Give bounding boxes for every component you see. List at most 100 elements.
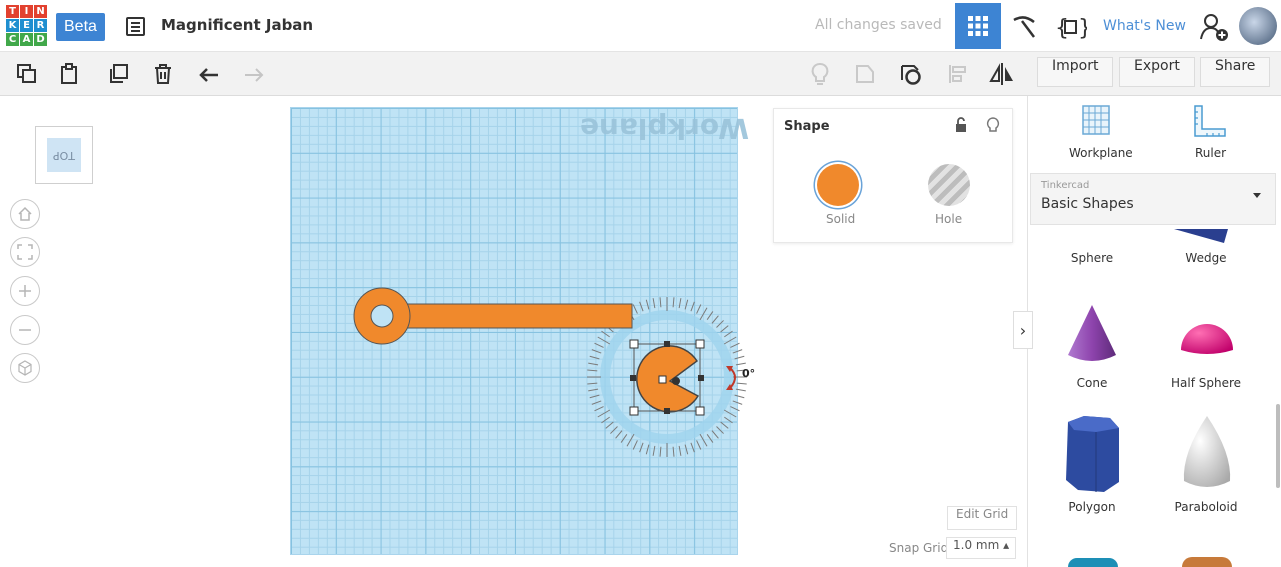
dial-tick bbox=[732, 349, 743, 354]
dial-tick bbox=[639, 301, 644, 312]
dial-tick bbox=[632, 440, 638, 450]
dial-tick bbox=[720, 421, 729, 429]
dial-tick bbox=[716, 320, 724, 328]
dial-tick bbox=[684, 299, 689, 310]
shapes-scrollbar[interactable] bbox=[1276, 404, 1280, 488]
snap-grid-label: Snap Grid bbox=[889, 541, 949, 555]
dial-tick bbox=[597, 409, 611, 418]
dial-tick bbox=[720, 325, 729, 333]
selected-pac-shape[interactable] bbox=[636, 345, 700, 413]
dial-tick bbox=[684, 444, 689, 455]
hole-swatch[interactable] bbox=[928, 164, 970, 206]
shape-name-cone[interactable]: Cone bbox=[1037, 376, 1147, 390]
shape-name-polygon[interactable]: Polygon bbox=[1037, 500, 1147, 514]
dial-tick bbox=[588, 388, 599, 392]
rotation-angle-label: 0° bbox=[742, 367, 756, 380]
dial-tick bbox=[626, 433, 635, 447]
dial-tick bbox=[594, 406, 604, 412]
orange-handle-shape[interactable] bbox=[353, 287, 633, 345]
tube-icon[interactable] bbox=[1182, 557, 1232, 567]
dial-tick bbox=[699, 433, 708, 447]
dial-tick bbox=[632, 304, 638, 314]
ruler-icon[interactable] bbox=[1193, 104, 1227, 138]
dial-tick bbox=[659, 446, 662, 457]
shape-panel-title: Shape bbox=[784, 119, 830, 134]
cone-icon[interactable] bbox=[1064, 303, 1120, 365]
dial-tick bbox=[615, 430, 623, 439]
dial-tick bbox=[730, 406, 740, 412]
half-sphere-icon[interactable] bbox=[1178, 310, 1236, 356]
dial-tick bbox=[591, 349, 602, 354]
dial-tick bbox=[711, 430, 719, 439]
dial-tick bbox=[730, 342, 740, 348]
wedge-icon[interactable] bbox=[1172, 227, 1232, 245]
dial-tick bbox=[597, 336, 611, 345]
dial-tick bbox=[659, 297, 662, 308]
dial-tick bbox=[696, 304, 702, 314]
shape-name-wedge[interactable]: Wedge bbox=[1151, 251, 1261, 265]
snap-grid-select[interactable]: 1.0 mm ▴ bbox=[946, 537, 1017, 559]
dial-tick bbox=[591, 400, 602, 405]
ruler-tool-label: Ruler bbox=[1195, 146, 1227, 160]
dial-tick bbox=[734, 355, 745, 360]
shape-library-select[interactable]: Tinkercad Basic Shapes bbox=[1030, 173, 1276, 225]
shape-inspector: Shape Solid Hole bbox=[773, 108, 1013, 243]
dial-tick bbox=[601, 416, 610, 424]
shape-name-paraboloid[interactable]: Paraboloid bbox=[1151, 500, 1261, 514]
dial-tick bbox=[639, 442, 644, 453]
dial-tick bbox=[724, 330, 733, 338]
dial-tick bbox=[620, 434, 628, 443]
chevron-down-icon bbox=[1253, 193, 1261, 198]
dial-tick bbox=[732, 400, 743, 405]
dial-tick bbox=[652, 298, 656, 309]
dial-tick bbox=[645, 444, 650, 455]
solid-label: Solid bbox=[826, 212, 856, 226]
dial-tick bbox=[736, 382, 747, 385]
dial-tick bbox=[724, 416, 733, 424]
dial-tick bbox=[723, 409, 737, 418]
dial-tick bbox=[696, 440, 702, 450]
dial-tick bbox=[588, 362, 599, 366]
dial-tick bbox=[645, 299, 650, 310]
solid-swatch[interactable] bbox=[817, 164, 859, 206]
polygon-icon[interactable] bbox=[1062, 414, 1122, 494]
collapse-panel-button[interactable]: › bbox=[1013, 311, 1033, 349]
dial-tick bbox=[723, 336, 737, 345]
dial-tick bbox=[706, 311, 714, 320]
dial-tick bbox=[672, 297, 675, 308]
dial-tick bbox=[690, 442, 695, 453]
dial-tick bbox=[605, 421, 614, 429]
workplane-icon[interactable] bbox=[1081, 104, 1111, 136]
chevron-right-icon: › bbox=[1019, 320, 1027, 340]
dial-tick bbox=[589, 394, 600, 399]
hole-label: Hole bbox=[935, 212, 963, 226]
dial-tick bbox=[735, 388, 746, 392]
dial-tick bbox=[652, 445, 656, 456]
dial-tick bbox=[690, 301, 695, 312]
dial-tick bbox=[678, 298, 682, 309]
dial-tick bbox=[734, 394, 745, 399]
dial-tick bbox=[678, 445, 682, 456]
dial-tick bbox=[735, 362, 746, 366]
dial-tick bbox=[587, 382, 598, 385]
padlock-glyph bbox=[956, 117, 966, 132]
dial-tick bbox=[711, 315, 719, 324]
edit-grid-button[interactable]: Edit Grid bbox=[947, 506, 1018, 530]
shape-name-sphere[interactable]: Sphere bbox=[1037, 251, 1147, 265]
torus-icon[interactable] bbox=[1068, 558, 1118, 567]
bulb-visibility-icon[interactable] bbox=[986, 117, 1002, 135]
library-source: Tinkercad bbox=[1041, 180, 1090, 191]
dial-tick bbox=[601, 330, 610, 338]
dial-tick bbox=[589, 355, 600, 360]
shape-name-half-sphere[interactable]: Half Sphere bbox=[1151, 376, 1261, 390]
workplane-tool-label: Workplane bbox=[1069, 146, 1133, 160]
library-value: Basic Shapes bbox=[1041, 196, 1134, 212]
dial-tick bbox=[672, 446, 675, 457]
paraboloid-icon[interactable] bbox=[1180, 413, 1234, 493]
dial-tick bbox=[716, 426, 724, 434]
dial-tick bbox=[699, 307, 708, 321]
dial-tick bbox=[610, 426, 618, 434]
bulb-glyph bbox=[986, 117, 1000, 132]
lock-icon[interactable] bbox=[954, 117, 970, 135]
dial-tick bbox=[587, 369, 598, 372]
